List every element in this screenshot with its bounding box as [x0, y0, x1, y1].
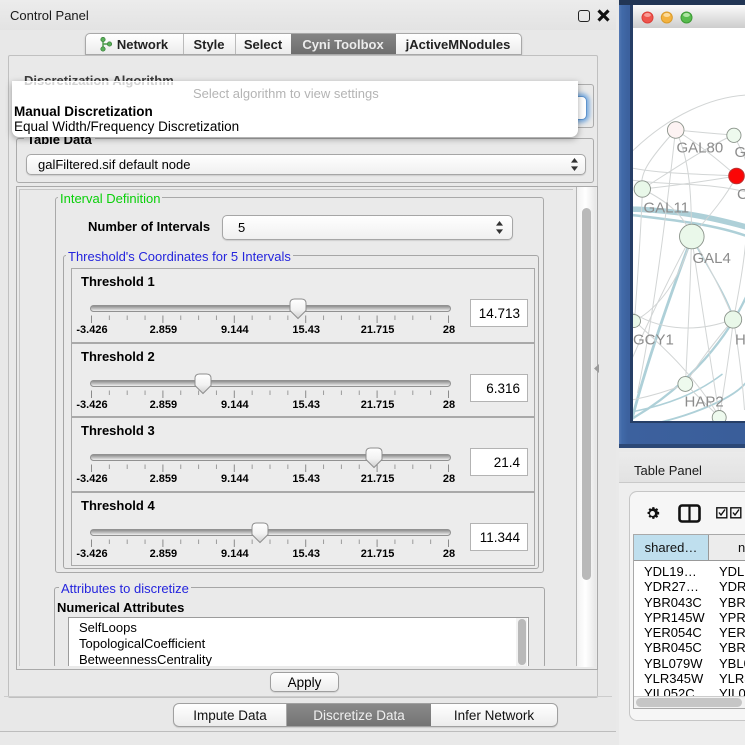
svg-text:GCY1: GCY1 — [633, 332, 674, 349]
svg-text:C: C — [737, 186, 745, 203]
svg-text:G: G — [734, 144, 745, 161]
svg-text:GAL80: GAL80 — [676, 140, 723, 157]
svg-text:GAL4: GAL4 — [692, 250, 730, 267]
svg-text:H: H — [735, 332, 745, 349]
svg-text:HAP2: HAP2 — [684, 394, 723, 411]
svg-text:GAL11: GAL11 — [643, 200, 689, 217]
